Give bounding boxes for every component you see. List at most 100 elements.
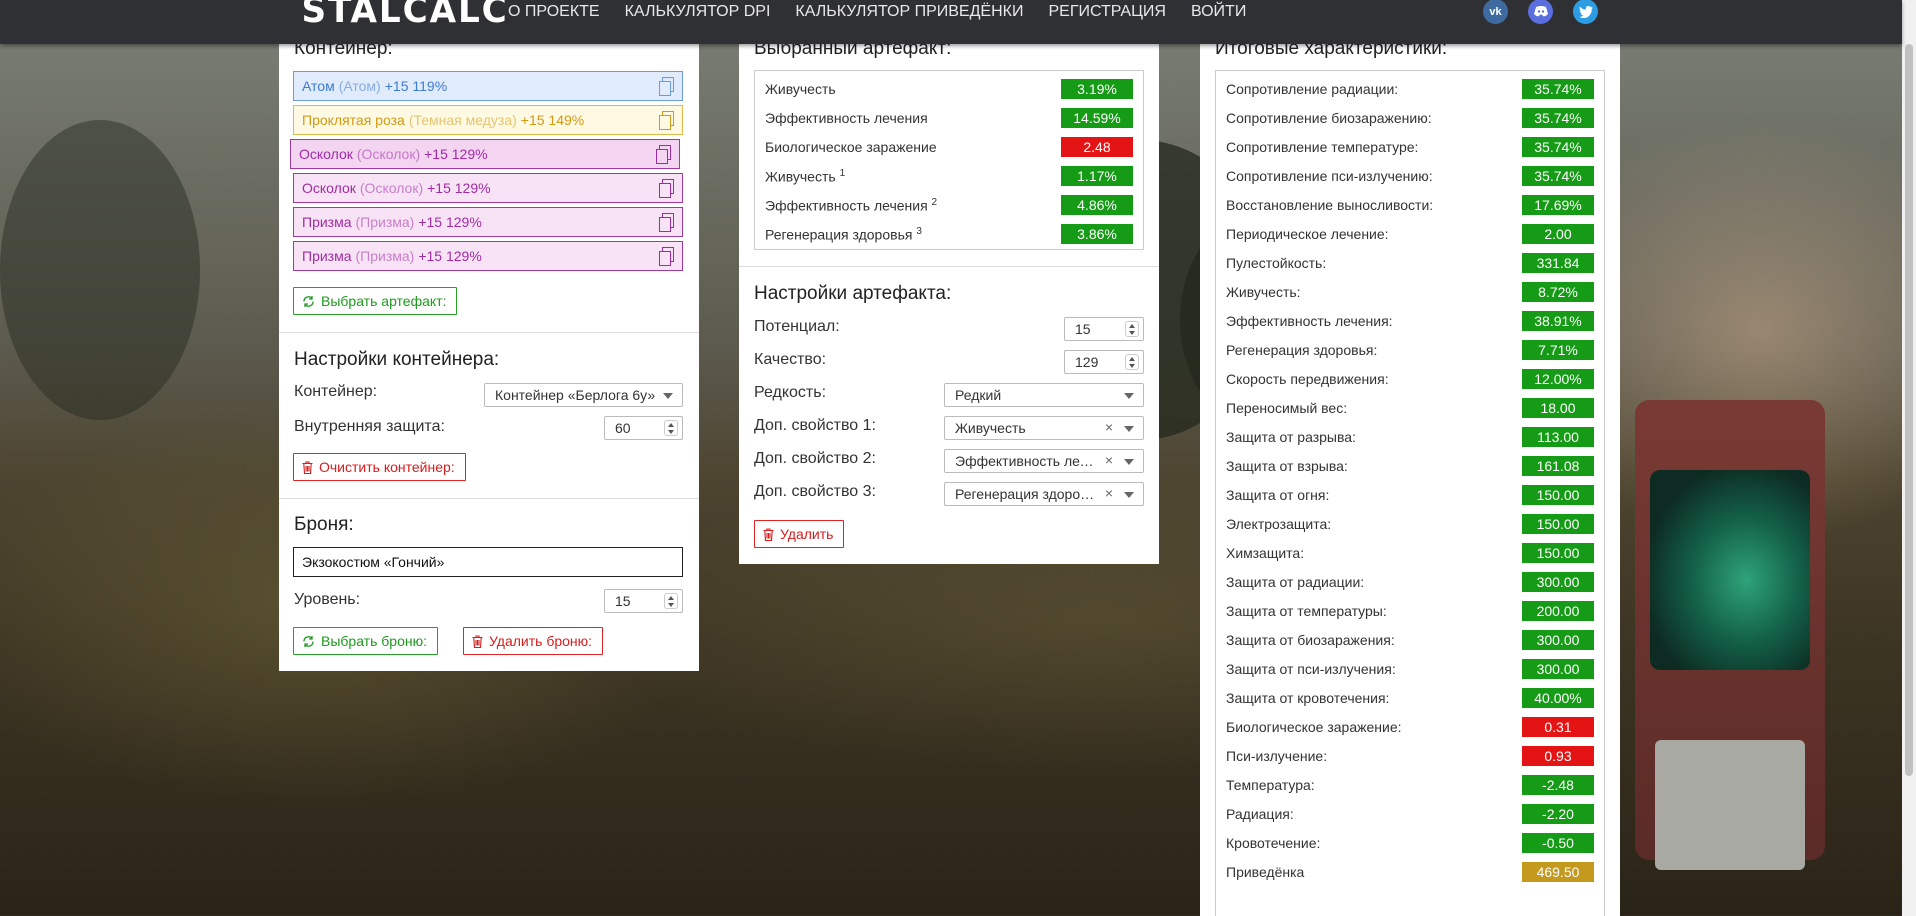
- artifact-name: Осколок: [302, 180, 356, 196]
- artifact-alias: (Призма): [355, 214, 415, 230]
- artifact-settings-title: Настройки артефакта:: [754, 283, 952, 304]
- stepper-arrows-icon[interactable]: [1125, 321, 1139, 337]
- total-stat-value: 35.74%: [1522, 79, 1594, 99]
- copy-icon[interactable]: [659, 213, 674, 232]
- stat-footnote: 2: [931, 196, 938, 208]
- prop1-select[interactable]: Живучесть ×: [944, 416, 1144, 440]
- stepper-arrows-icon[interactable]: [664, 593, 678, 609]
- page-scrollbar-thumb[interactable]: [1905, 44, 1913, 776]
- total-stat-value: 161.08: [1522, 456, 1594, 476]
- total-stat-value: 12.00%: [1522, 369, 1594, 389]
- total-stat-value: 150.00: [1522, 485, 1594, 505]
- container-select[interactable]: Контейнер «Берлога 6у»: [484, 383, 683, 407]
- prop3-label: Доп. свойство 3:: [754, 483, 876, 500]
- container-select-value: Контейнер «Берлога 6у»: [495, 387, 656, 403]
- refresh-icon: [302, 635, 315, 648]
- total-stat-row: Защита от разрыва: 113.00: [1226, 426, 1594, 448]
- delete-armor-button[interactable]: Удалить броню:: [463, 627, 604, 655]
- stat-value: 14.59%: [1061, 108, 1133, 128]
- chevron-down-icon: [663, 393, 673, 399]
- artifact-bonus: +15 129%: [427, 180, 491, 196]
- clear-icon[interactable]: ×: [1105, 452, 1113, 468]
- inner-protection-label: Внутренняя защита:: [294, 418, 445, 435]
- armor-name-field[interactable]: Экзокостюм «Гончий»: [293, 547, 683, 577]
- total-stat-name: Пси-излучение:: [1226, 748, 1328, 764]
- inner-protection-value: 60: [615, 420, 631, 436]
- container-artifact-item[interactable]: Осколок (Осколок) +15 129%: [290, 139, 680, 169]
- quality-stepper[interactable]: 129: [1064, 350, 1144, 374]
- stat-row: Эффективность лечения 14.59%: [765, 107, 1133, 129]
- select-armor-button[interactable]: Выбрать броню:: [293, 627, 438, 655]
- armor-level-stepper[interactable]: 15: [604, 589, 683, 613]
- container-artifact-item[interactable]: Призма (Призма) +15 129%: [293, 241, 683, 271]
- stepper-arrows-icon[interactable]: [1125, 354, 1139, 370]
- artifact-bonus: +15 129%: [418, 248, 482, 264]
- total-stat-name: Регенерация здоровья:: [1226, 342, 1378, 358]
- nav-link-about[interactable]: О ПРОЕКТЕ: [508, 3, 600, 21]
- delete-artifact-button[interactable]: Удалить: [754, 520, 845, 548]
- total-stat-name: Эффективность лечения:: [1226, 313, 1393, 329]
- nav-link-reduced-calculator[interactable]: КАЛЬКУЛЯТОР ПРИВЕДЁНКИ: [795, 3, 1023, 21]
- total-stat-value: -0.50: [1522, 833, 1594, 853]
- delete-artifact-label: Удалить: [780, 526, 834, 542]
- discord-icon[interactable]: [1528, 0, 1553, 24]
- stat-name: Живучесть: [765, 168, 836, 185]
- total-stat-name: Кровотечение:: [1226, 835, 1321, 851]
- nav-link-login[interactable]: ВОЙТИ: [1191, 3, 1246, 21]
- twitter-icon[interactable]: [1573, 0, 1598, 24]
- total-stat-name: Защита от пси-излучения:: [1226, 661, 1396, 677]
- armor-level-value: 15: [615, 593, 631, 609]
- site-logo[interactable]: STALCALC: [301, 0, 508, 31]
- total-stat-name: Живучесть:: [1226, 284, 1301, 300]
- prop2-select[interactable]: Эффективность лечения ×: [944, 449, 1144, 473]
- copy-icon[interactable]: [659, 77, 674, 96]
- total-stat-row: Скорость передвижения: 12.00%: [1226, 368, 1594, 390]
- total-stat-value: 300.00: [1522, 572, 1594, 592]
- stepper-arrows-icon[interactable]: [664, 420, 678, 436]
- inner-protection-stepper[interactable]: 60: [604, 416, 683, 440]
- stat-row: Биологическое заражение 2.48: [765, 136, 1133, 158]
- total-stat-row: Сопротивление пси-излучению: 35.74%: [1226, 165, 1594, 187]
- nav-link-dpi-calculator[interactable]: КАЛЬКУЛЯТОР DPI: [625, 3, 771, 21]
- stat-row: Регенерация здоровья 3 3.86%: [765, 223, 1133, 245]
- prop2-label: Доп. свойство 2:: [754, 450, 876, 467]
- refresh-icon: [302, 295, 315, 308]
- rarity-select[interactable]: Редкий: [944, 383, 1144, 407]
- clear-container-button[interactable]: Очистить контейнер:: [293, 453, 466, 481]
- vk-icon[interactable]: vk: [1483, 0, 1508, 24]
- stat-row: Живучесть 3.19%: [765, 78, 1133, 100]
- total-stat-row: Периодическое лечение: 2.00: [1226, 223, 1594, 245]
- prop3-select[interactable]: Регенерация здоровья ×: [944, 482, 1144, 506]
- clear-icon[interactable]: ×: [1105, 485, 1113, 501]
- clear-icon[interactable]: ×: [1105, 419, 1113, 435]
- container-artifact-item[interactable]: Атом (Атом) +15 119%: [293, 71, 683, 101]
- container-artifact-item[interactable]: Проклятая роза (Темная медуза) +15 149%: [293, 105, 683, 135]
- stat-footnote: 1: [839, 167, 846, 179]
- select-armor-label: Выбрать броню:: [321, 633, 427, 649]
- nav-link-register[interactable]: РЕГИСТРАЦИЯ: [1048, 3, 1165, 21]
- stat-footnote: 3: [916, 225, 922, 237]
- total-stat-value: 150.00: [1522, 514, 1594, 534]
- copy-icon[interactable]: [659, 111, 674, 130]
- stat-name: Эффективность лечения: [765, 110, 928, 126]
- total-stat-row: Защита от кровотечения: 40.00%: [1226, 687, 1594, 709]
- copy-icon[interactable]: [656, 145, 671, 164]
- total-stat-value: 300.00: [1522, 630, 1594, 650]
- total-stat-row: Защита от пси-излучения: 300.00: [1226, 658, 1594, 680]
- potential-value: 15: [1075, 321, 1091, 337]
- stat-row: Живучесть 1 1.17%: [765, 165, 1133, 187]
- container-artifact-item[interactable]: Призма (Призма) +15 129%: [293, 207, 683, 237]
- stat-name: Эффективность лечения: [765, 197, 928, 214]
- total-stat-row: Живучесть: 8.72%: [1226, 281, 1594, 303]
- total-stat-name: Сопротивление пси-излучению:: [1226, 168, 1433, 184]
- total-stat-row: Электрозащита: 150.00: [1226, 513, 1594, 535]
- potential-stepper[interactable]: 15: [1064, 317, 1144, 341]
- total-stat-row: Сопротивление температуре: 35.74%: [1226, 136, 1594, 158]
- copy-icon[interactable]: [659, 247, 674, 266]
- section-divider: [279, 332, 699, 333]
- total-stat-value: 113.00: [1522, 427, 1594, 447]
- select-artifact-button[interactable]: Выбрать артефакт:: [293, 287, 458, 315]
- background-device-screen: [1650, 470, 1810, 670]
- copy-icon[interactable]: [659, 179, 674, 198]
- container-artifact-item[interactable]: Осколок (Осколок) +15 129%: [293, 173, 683, 203]
